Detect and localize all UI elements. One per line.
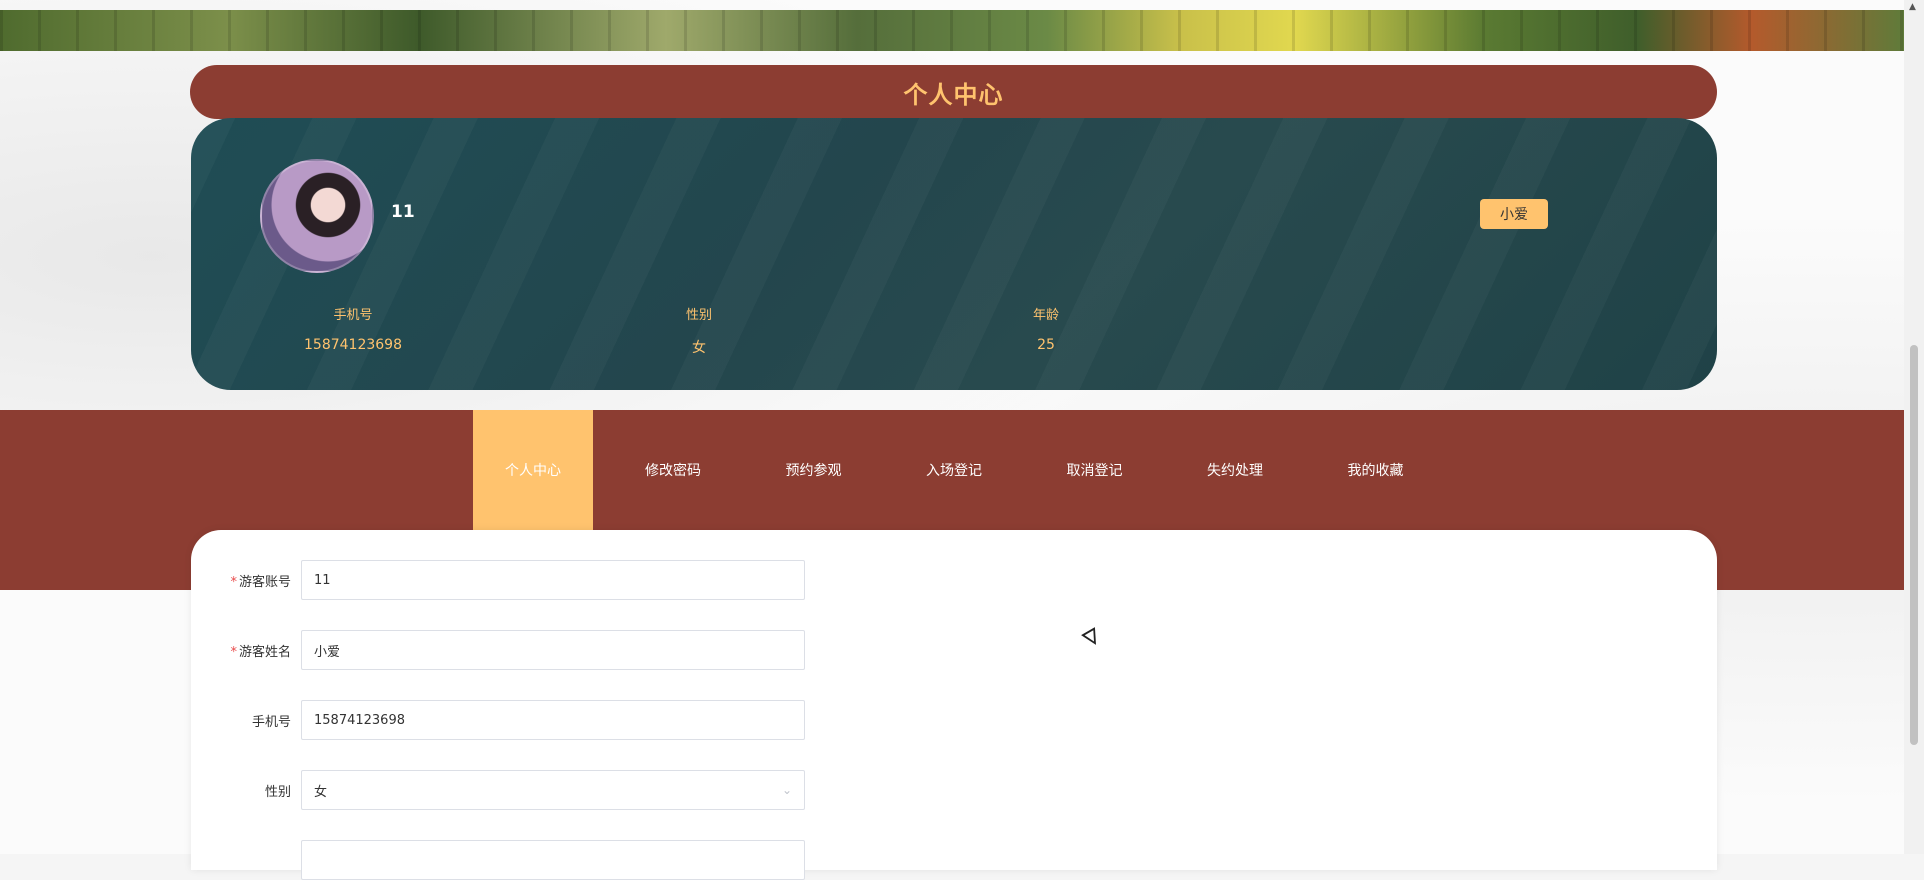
gender-select[interactable]: 女 ⌄ <box>301 770 805 810</box>
info-age-label: 年龄 <box>1032 308 1059 323</box>
phone-label: 手机号 <box>251 714 291 730</box>
next-field-input[interactable] <box>301 840 805 880</box>
phone-input[interactable]: 15874123698 <box>301 700 805 740</box>
top-banner-image <box>0 10 1904 51</box>
info-phone: 手机号 15874123698 <box>273 304 433 353</box>
nav-item-profile[interactable]: 个人中心 <box>473 410 593 530</box>
info-phone-label: 手机号 <box>333 308 373 323</box>
nav-item-visit-booking[interactable]: 预约参观 <box>753 410 874 530</box>
nav-item-change-password[interactable]: 修改密码 <box>593 410 753 530</box>
page-title-bar: 个人中心 <box>190 65 1717 119</box>
nav-item-no-show[interactable]: 失约处理 <box>1155 410 1315 530</box>
form-row-phone: 手机号 15874123698 <box>191 700 805 740</box>
gender-select-value: 女 <box>314 784 328 800</box>
name-input[interactable]: 小爱 <box>301 630 805 670</box>
required-mark: * <box>230 574 237 590</box>
name-label: * 游客姓名 <box>230 644 291 660</box>
nav-item-cancel-registration[interactable]: 取消登记 <box>1034 410 1155 530</box>
nav-item-favorites[interactable]: 我的收藏 <box>1315 410 1436 530</box>
scroll-up-arrow-icon[interactable]: ▲ <box>1909 2 1916 12</box>
chevron-down-icon: ⌄ <box>781 783 792 797</box>
scrollbar-thumb[interactable] <box>1910 345 1918 745</box>
form-row-next <box>191 840 805 880</box>
info-gender-value: 女 <box>692 340 706 356</box>
info-age-value: 25 <box>1037 337 1055 353</box>
profile-username: 11 <box>391 202 415 222</box>
profile-form: * 游客账号 11 * 游客姓名 小爱 手机号 15874123698 性别 女 ⌄ <box>191 530 1717 880</box>
form-row-name: * 游客姓名 小爱 <box>191 630 805 670</box>
name-badge: 小爱 <box>1480 199 1548 229</box>
info-phone-value: 15874123698 <box>304 337 402 353</box>
user-nav: 个人中心 修改密码 预约参观 入场登记 取消登记 失约处理 我的收藏 <box>473 410 1436 530</box>
required-mark: * <box>230 644 237 660</box>
form-row-account: * 游客账号 11 <box>191 560 805 600</box>
account-input[interactable]: 11 <box>301 560 805 600</box>
info-gender-label: 性别 <box>685 308 712 323</box>
info-gender: 性别 女 <box>619 304 779 357</box>
avatar <box>260 159 374 273</box>
gender-label: 性别 <box>264 784 291 800</box>
nav-item-entry-registration[interactable]: 入场登记 <box>874 410 1034 530</box>
profile-card: 11 小爱 手机号 15874123698 性别 女 年龄 25 <box>191 118 1717 390</box>
info-age: 年龄 25 <box>966 304 1126 353</box>
page-title: 个人中心 <box>903 80 1004 109</box>
page-scrollbar[interactable]: ▲ <box>1904 0 1924 854</box>
account-label: * 游客账号 <box>230 574 291 590</box>
form-row-gender: 性别 女 ⌄ <box>191 770 805 810</box>
